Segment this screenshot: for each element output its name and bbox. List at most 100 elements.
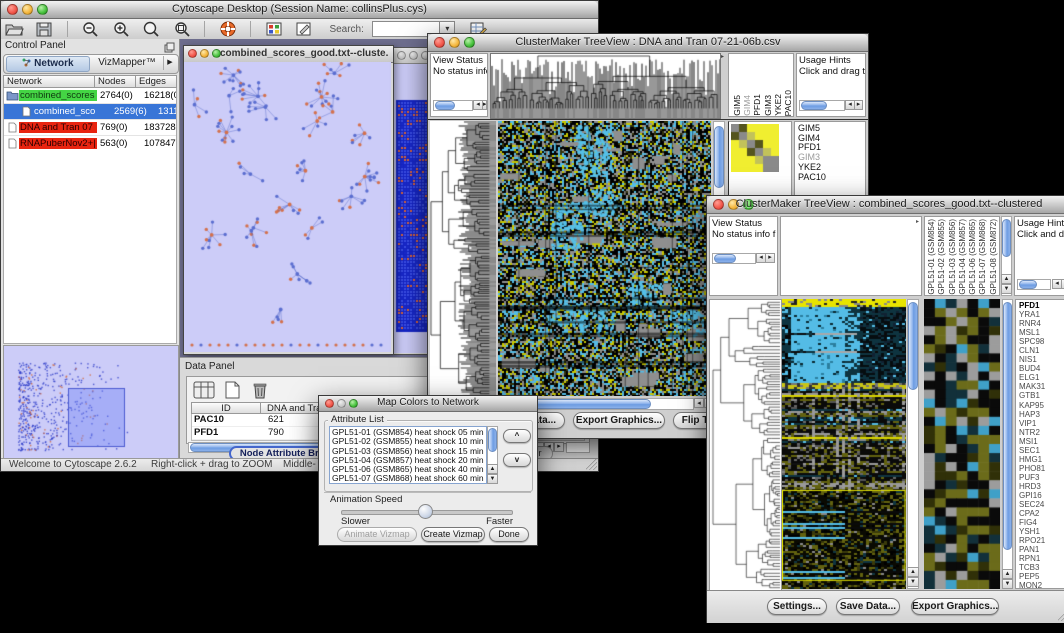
network-window-1-titlebar[interactable]: combined_scores_good.txt--cluste... bbox=[184, 46, 393, 63]
gene-label[interactable]: PUF3 bbox=[1019, 473, 1064, 482]
gene-label[interactable]: PAC10 bbox=[798, 173, 865, 183]
gene-label[interactable]: FIG4 bbox=[1019, 518, 1064, 527]
gene-label[interactable]: MON2 bbox=[1019, 581, 1064, 589]
scroll-down-icon[interactable]: ▼ bbox=[1002, 579, 1013, 589]
move-up-button[interactable]: ^ bbox=[503, 429, 531, 443]
move-down-button[interactable]: v bbox=[503, 453, 531, 467]
scroll-down-icon[interactable]: ▼ bbox=[1001, 284, 1012, 294]
button[interactable]: Export Graphics... bbox=[573, 412, 665, 429]
gene-label[interactable]: GPI16 bbox=[1019, 491, 1064, 500]
tv2-gene-vscrollbar[interactable] bbox=[1002, 299, 1013, 589]
scroll-up-icon[interactable]: ▲ bbox=[1001, 274, 1012, 284]
scroll-right-icon[interactable]: ▸ bbox=[765, 253, 775, 263]
open-session-icon[interactable] bbox=[4, 20, 24, 38]
hscroll-thumb[interactable] bbox=[714, 254, 736, 263]
column-header-edges[interactable]: Edges bbox=[136, 75, 177, 88]
tab-network[interactable]: Network bbox=[6, 56, 90, 72]
rotated-column-label[interactable]: GPL51-06 (GSM865) bbox=[968, 219, 978, 295]
gene-label[interactable]: KAP95 bbox=[1019, 401, 1064, 410]
tv2-heat-vscrollbar[interactable] bbox=[907, 299, 919, 589]
gene-label[interactable]: BUD4 bbox=[1019, 364, 1064, 373]
gene-label[interactable]: MSL1 bbox=[1019, 328, 1064, 337]
vizmap-palette-icon[interactable] bbox=[264, 20, 284, 38]
close-button[interactable] bbox=[188, 49, 197, 58]
treeview1-titlebar[interactable]: ClusterMaker TreeView : DNA and Tran 07-… bbox=[428, 34, 868, 52]
view-status-hscrollbar[interactable] bbox=[712, 253, 756, 264]
zoom-selected-icon[interactable] bbox=[141, 20, 161, 38]
scroll-up-icon[interactable]: ▲ bbox=[907, 567, 919, 577]
zoom-fit-icon[interactable] bbox=[172, 20, 192, 38]
vscroll-thumb[interactable] bbox=[714, 126, 724, 188]
button[interactable]: Animate Vizmap bbox=[337, 527, 417, 542]
gene-label[interactable]: RPN1 bbox=[1019, 554, 1064, 563]
usage-hints-hscrollbar[interactable] bbox=[799, 100, 845, 111]
dialog-titlebar[interactable]: Map Colors to Network bbox=[319, 396, 537, 412]
gene-label[interactable]: SPC98 bbox=[1019, 337, 1064, 346]
zoom-in-icon[interactable] bbox=[111, 20, 131, 38]
scroll-down-icon[interactable]: ▼ bbox=[907, 577, 919, 587]
help-lifering-icon[interactable] bbox=[218, 20, 238, 38]
gene-label[interactable]: GTB1 bbox=[1019, 391, 1064, 400]
birdseye-view[interactable] bbox=[3, 345, 179, 465]
rotated-column-label[interactable]: PFD1 bbox=[752, 94, 762, 116]
rotated-column-label[interactable]: GPL51-08 (GSM872) bbox=[989, 219, 999, 295]
scroll-right-icon[interactable]: ▸ bbox=[854, 100, 863, 110]
main-titlebar[interactable]: Cytoscape Desktop (Session Name: collins… bbox=[1, 1, 598, 19]
gene-label[interactable]: HAP3 bbox=[1019, 410, 1064, 419]
network-table-row[interactable]: combined_scores 2764(0) 16218(0) bbox=[4, 88, 176, 104]
usage-hints-hscrollbar[interactable] bbox=[1017, 279, 1051, 290]
rotated-column-label[interactable]: GIM4 bbox=[742, 95, 752, 116]
button[interactable]: Done bbox=[489, 527, 529, 542]
zoom-out-icon[interactable] bbox=[80, 20, 100, 38]
scroll-up-icon[interactable]: ▲ bbox=[487, 464, 498, 474]
rotated-column-label[interactable]: GPL51-01 (GSM854) bbox=[927, 219, 937, 295]
rotated-column-label[interactable]: GIM5 bbox=[732, 95, 742, 116]
gene-label[interactable]: CPA2 bbox=[1019, 509, 1064, 518]
button[interactable]: Create Vizmap bbox=[421, 527, 485, 542]
gene-label[interactable]: MAK31 bbox=[1019, 382, 1064, 391]
gene-label[interactable]: ELG1 bbox=[1019, 373, 1064, 382]
column-header-network[interactable]: Network bbox=[3, 75, 95, 88]
tv1-row-dendrogram[interactable] bbox=[430, 121, 496, 396]
rotated-column-label[interactable]: GPL51-02 (GSM855) bbox=[937, 219, 947, 295]
network-table-row[interactable]: DNA and Tran 07 769(0) 183728(0) bbox=[4, 120, 176, 136]
resize-grip[interactable] bbox=[1058, 610, 1064, 621]
gene-label[interactable]: MSI1 bbox=[1019, 437, 1064, 446]
tv1-similarity-matrix[interactable] bbox=[731, 124, 779, 172]
gene-label[interactable]: RPO21 bbox=[1019, 536, 1064, 545]
button[interactable]: Export Graphics... bbox=[911, 598, 999, 615]
tv1-splitter-strip[interactable]: ▸ bbox=[721, 53, 727, 117]
minimize-button[interactable] bbox=[200, 49, 209, 58]
attribute-list-item[interactable]: GPL51-07 (GSM868) heat shock 60 min bbox=[332, 474, 486, 483]
tv2-column-tree-area[interactable]: ▸ bbox=[780, 216, 922, 296]
scroll-right-icon[interactable]: ▸ bbox=[554, 442, 564, 452]
rotated-column-label[interactable]: GPL51-03 (GSM856) bbox=[948, 219, 958, 295]
vscroll-thumb[interactable] bbox=[1002, 219, 1011, 257]
rotated-column-label[interactable]: GIM3 bbox=[763, 95, 773, 116]
gene-label[interactable]: PFD1 bbox=[1019, 301, 1064, 310]
attribute-list[interactable]: GPL51-01 (GSM854) heat shock 05 minGPL51… bbox=[329, 426, 487, 484]
view-status-hscrollbar[interactable] bbox=[433, 100, 473, 111]
resize-grip[interactable] bbox=[586, 459, 597, 470]
scroll-left-icon[interactable]: ◂ bbox=[694, 398, 704, 408]
rotated-column-label[interactable]: YKE2 bbox=[773, 94, 783, 116]
button[interactable]: Settings... bbox=[767, 598, 827, 615]
gene-label[interactable]: PHO81 bbox=[1019, 464, 1064, 473]
rotated-column-label[interactable]: GPL51-04 (GSM857) bbox=[958, 219, 968, 295]
gene-label[interactable]: YRA1 bbox=[1019, 310, 1064, 319]
scroll-down-icon[interactable]: ▼ bbox=[487, 474, 498, 484]
gene-label[interactable]: TCB3 bbox=[1019, 563, 1064, 572]
vscroll-thumb[interactable] bbox=[488, 428, 497, 452]
gene-label[interactable]: SEC1 bbox=[1019, 446, 1064, 455]
gene-label[interactable]: SEC24 bbox=[1019, 500, 1064, 509]
button[interactable]: Save Data... bbox=[836, 598, 900, 615]
save-session-icon[interactable] bbox=[34, 20, 54, 38]
close-button[interactable] bbox=[397, 51, 406, 60]
gene-label[interactable]: HMG1 bbox=[1019, 455, 1064, 464]
tv2-heatmap[interactable] bbox=[782, 299, 906, 589]
rotated-column-label[interactable]: GPL51-07 (GSM868) bbox=[978, 219, 988, 295]
minimize-button[interactable] bbox=[409, 51, 418, 60]
scroll-right-icon[interactable]: ▸ bbox=[482, 100, 487, 110]
scroll-up-icon[interactable]: ▲ bbox=[1002, 569, 1013, 579]
network-table-row[interactable]: combined_sco 2569(6) 13112(15) bbox=[4, 104, 176, 120]
